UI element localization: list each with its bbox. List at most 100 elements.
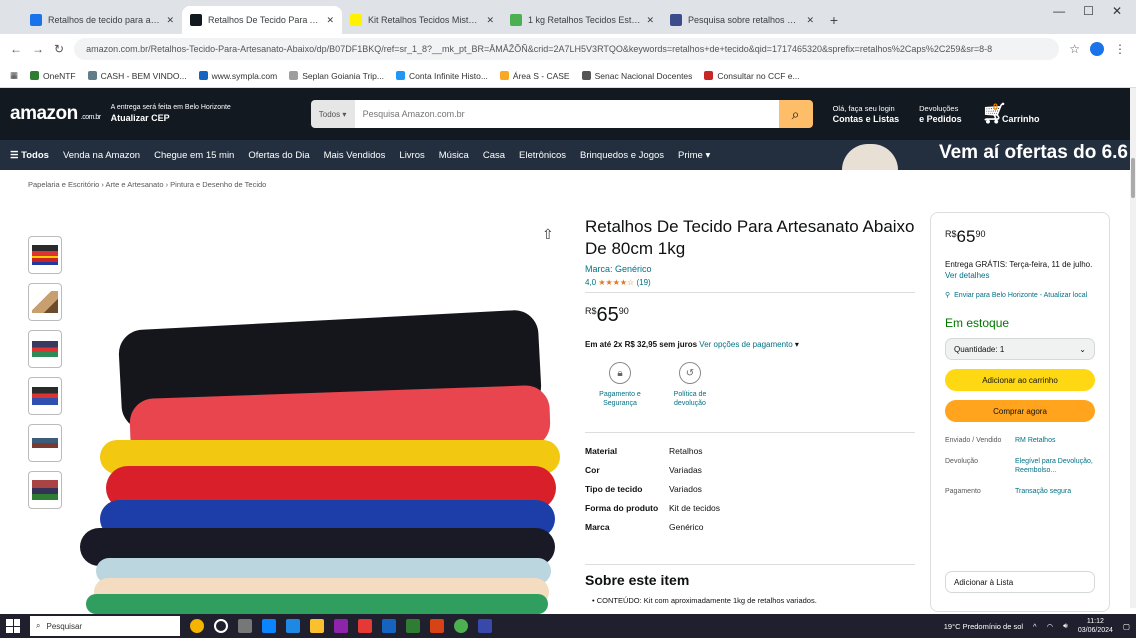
delivery-details-link[interactable]: Ver detalhes bbox=[945, 271, 989, 280]
thumbnail[interactable] bbox=[28, 424, 62, 462]
nav-item[interactable]: Livros bbox=[399, 150, 424, 161]
browser-tab[interactable]: Retalhos de tecido para arte... ✕ bbox=[22, 6, 182, 34]
close-tab-icon[interactable]: ✕ bbox=[326, 15, 334, 26]
minimize-icon[interactable]: — bbox=[1053, 4, 1065, 18]
tray-chevron-icon[interactable]: ^ bbox=[1033, 622, 1037, 631]
nav-item[interactable]: Eletrônicos bbox=[519, 150, 566, 161]
bookmark-item[interactable]: Senac Nacional Docentes bbox=[581, 71, 692, 81]
notification-icon[interactable]: ▢ bbox=[1123, 622, 1130, 631]
thumbnail[interactable] bbox=[28, 236, 62, 274]
bookmark-item[interactable]: Área S - CASE bbox=[499, 71, 570, 81]
weather-widget[interactable]: 19°C Predomínio de sol bbox=[944, 622, 1023, 631]
volume-icon[interactable]: 🔊︎ bbox=[1063, 621, 1068, 631]
thumbnail[interactable] bbox=[28, 377, 62, 415]
cart-button[interactable]: 🛒︎ 0 Carrinho bbox=[982, 102, 1040, 124]
close-tab-icon[interactable]: ✕ bbox=[486, 15, 494, 26]
close-tab-icon[interactable]: ✕ bbox=[646, 15, 654, 26]
amazon-logo[interactable]: amazon .com.br bbox=[10, 103, 101, 125]
word-icon[interactable] bbox=[382, 619, 396, 633]
add-to-list-button[interactable]: Adicionar à Lista bbox=[945, 571, 1095, 593]
app-icon[interactable] bbox=[358, 619, 372, 633]
seller-link[interactable]: RM Retalhos bbox=[1015, 436, 1095, 445]
browser-tab-active[interactable]: Retalhos De Tecido Para Artesa...✕ bbox=[182, 6, 342, 34]
browser-tab[interactable]: 1 kg Retalhos Tecidos Estampa...✕ bbox=[502, 6, 662, 34]
powerpoint-icon[interactable] bbox=[430, 619, 444, 633]
menu-icon[interactable]: ⋮ bbox=[1114, 42, 1126, 56]
nav-item[interactable]: Ofertas do Dia bbox=[248, 150, 309, 161]
wifi-icon[interactable]: ◠ bbox=[1047, 622, 1054, 631]
stock-status: Em estoque bbox=[945, 316, 1010, 330]
reload-icon[interactable]: ↻ bbox=[54, 42, 64, 56]
close-tab-icon[interactable]: ✕ bbox=[806, 15, 814, 26]
cortana-icon[interactable] bbox=[214, 619, 228, 633]
bookmark-item[interactable]: OneNTF bbox=[30, 71, 76, 81]
close-window-icon[interactable]: ✕ bbox=[1112, 4, 1122, 18]
promo-banner[interactable]: Vem aí ofertas do 6.6 bbox=[939, 142, 1128, 164]
account-menu[interactable]: Olá, faça seu login Contas e Listas bbox=[833, 104, 900, 125]
browser-tab[interactable]: Pesquisa sobre retalhos de... ✕ bbox=[662, 6, 822, 34]
maximize-icon[interactable]: ☐ bbox=[1083, 4, 1094, 18]
close-tab-icon[interactable]: ✕ bbox=[166, 15, 174, 26]
nav-item[interactable]: Prime ▾ bbox=[678, 150, 710, 161]
orders-link[interactable]: Devoluções e Pedidos bbox=[919, 104, 962, 125]
browser-tab[interactable]: Kit Retalhos Tecidos Mistos... ✕ bbox=[342, 6, 502, 34]
scrollbar-thumb[interactable] bbox=[1131, 158, 1135, 198]
nav-item[interactable]: Música bbox=[439, 150, 469, 161]
apps-icon[interactable]: ▦ bbox=[10, 70, 18, 81]
nav-all-menu[interactable]: ☰ Todos bbox=[10, 150, 49, 161]
bookmark-item[interactable]: Consultar no CCF e... bbox=[704, 71, 800, 81]
nav-item[interactable]: Brinquedos e Jogos bbox=[580, 150, 664, 161]
delivery-location[interactable]: ⚲ Enviar para Belo Horizonte - Atualizar … bbox=[945, 291, 1095, 300]
back-icon[interactable]: ← bbox=[10, 42, 22, 56]
share-icon[interactable]: ⇧ bbox=[542, 226, 554, 243]
search-category-select[interactable]: Todos ▾ bbox=[310, 100, 355, 128]
url-field[interactable]: amazon.com.br/Retalhos-Tecido-Para-Artes… bbox=[74, 38, 1060, 60]
taskbar-search[interactable]: ⌕ Pesquisar bbox=[30, 616, 180, 636]
product-image[interactable] bbox=[60, 300, 580, 614]
feature-payment[interactable]: 🔒︎ Pagamento e Segurança bbox=[590, 362, 650, 408]
widget-icon[interactable] bbox=[190, 619, 204, 633]
rating[interactable]: 4,0 ★★★★☆ (19) bbox=[585, 278, 651, 287]
buy-now-button[interactable]: Comprar agora bbox=[945, 400, 1095, 422]
profile-icon[interactable] bbox=[1090, 42, 1104, 56]
app-icon[interactable] bbox=[334, 619, 348, 633]
forward-icon[interactable]: → bbox=[32, 42, 44, 56]
chrome-icon[interactable] bbox=[454, 619, 468, 633]
teams-icon[interactable] bbox=[478, 619, 492, 633]
search-input[interactable] bbox=[354, 100, 779, 128]
feature-returns[interactable]: ↺ Política de devolução bbox=[660, 362, 720, 408]
quantity-select[interactable]: Quantidade: 1 ⌄ bbox=[945, 338, 1095, 360]
bookmark-item[interactable]: Conta Infinite Histo... bbox=[396, 71, 488, 81]
windows-taskbar: ⌕ Pesquisar 19°C Predomínio de sol ^ ◠ 🔊︎… bbox=[0, 614, 1136, 638]
divider bbox=[585, 292, 915, 293]
nav-item[interactable]: Chegue em 15 min bbox=[154, 150, 234, 161]
deliver-to[interactable]: A entrega será feita em Belo Horizonte A… bbox=[111, 103, 301, 125]
search-button[interactable]: ⌕ bbox=[778, 100, 813, 128]
add-to-cart-button[interactable]: Adicionar ao carrinho bbox=[945, 369, 1095, 391]
payment-options-link[interactable]: Ver opções de pagamento bbox=[699, 340, 792, 349]
brand-link[interactable]: Marca: Genérico bbox=[585, 264, 652, 274]
thumbnail[interactable] bbox=[28, 330, 62, 368]
nav-item[interactable]: Venda na Amazon bbox=[63, 150, 140, 161]
bookmark-item[interactable]: Seplan Goiania Trip... bbox=[289, 71, 384, 81]
page-scrollbar[interactable] bbox=[1130, 88, 1136, 608]
bookmark-item[interactable]: CASH - BEM VINDO... bbox=[87, 71, 187, 81]
edge-icon[interactable] bbox=[262, 619, 276, 633]
favicon-icon bbox=[510, 14, 522, 26]
bookmark-star-icon[interactable]: ☆ bbox=[1069, 42, 1080, 56]
thumbnail[interactable] bbox=[28, 283, 62, 321]
excel-icon[interactable] bbox=[406, 619, 420, 633]
payment-link[interactable]: Transação segura bbox=[1015, 487, 1095, 496]
thumbnail[interactable] bbox=[28, 471, 62, 509]
clock[interactable]: 11:12 03/06/2024 bbox=[1078, 617, 1113, 635]
windows-start-icon[interactable] bbox=[6, 619, 20, 633]
new-tab-button[interactable]: + bbox=[822, 6, 846, 34]
breadcrumb[interactable]: Papelaria e Escritório › Arte e Artesana… bbox=[28, 180, 266, 189]
nav-item[interactable]: Casa bbox=[483, 150, 505, 161]
mail-icon[interactable] bbox=[286, 619, 300, 633]
task-view-icon[interactable] bbox=[238, 619, 252, 633]
returns-link[interactable]: Elegível para Devolução, Reembolso... bbox=[1015, 457, 1095, 475]
file-explorer-icon[interactable] bbox=[310, 619, 324, 633]
bookmark-item[interactable]: www.sympla.com bbox=[198, 71, 277, 81]
nav-item[interactable]: Mais Vendidos bbox=[324, 150, 386, 161]
